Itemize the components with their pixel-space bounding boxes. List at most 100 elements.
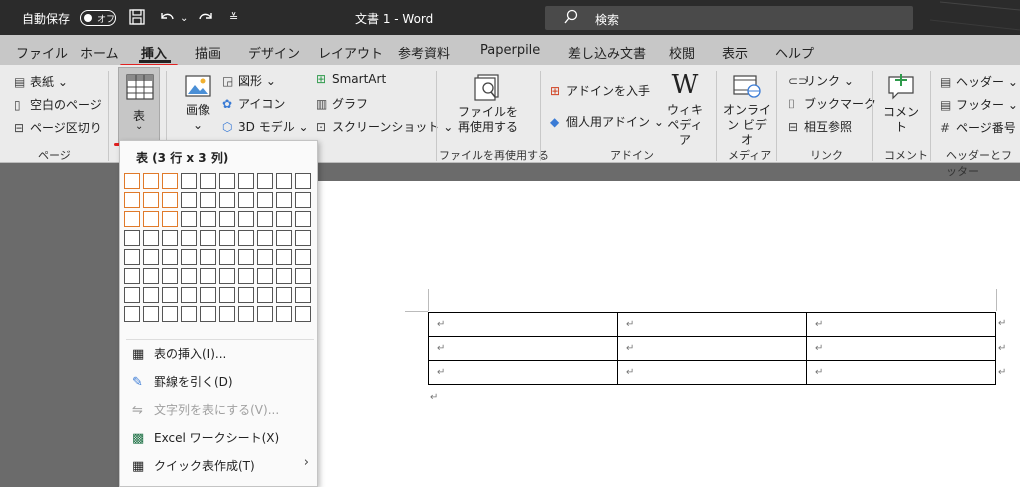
cover-page-button[interactable]: ▤ 表紙 ⌄ — [14, 73, 68, 90]
get-addins-button[interactable]: ⊞ アドインを入手 — [550, 82, 650, 99]
document-table[interactable]: ↵ ↵ ↵ ↵ ↵ ↵ ↵ ↵ ↵ — [428, 312, 996, 385]
tab-view[interactable]: 表示 — [722, 43, 748, 62]
grid-cell[interactable] — [143, 268, 159, 284]
grid-cell[interactable] — [276, 192, 292, 208]
grid-cell[interactable] — [162, 268, 178, 284]
grid-cell[interactable] — [143, 173, 159, 189]
tab-references[interactable]: 参考資料 — [398, 43, 450, 62]
undo-icon[interactable] — [158, 8, 176, 30]
grid-cell[interactable] — [162, 230, 178, 246]
grid-cell[interactable] — [181, 268, 197, 284]
grid-cell[interactable] — [295, 249, 311, 265]
table-button[interactable]: 表 ⌄ — [118, 67, 160, 143]
header-button[interactable]: ▤ ヘッダー ⌄ — [940, 73, 1018, 90]
grid-cell[interactable] — [276, 249, 292, 265]
grid-cell[interactable] — [162, 192, 178, 208]
grid-cell[interactable] — [124, 268, 140, 284]
online-video-button[interactable]: オンライ ン ビデオ — [722, 73, 772, 148]
grid-cell[interactable] — [238, 306, 254, 322]
comment-button[interactable]: コメント — [880, 73, 922, 135]
undo-dropdown-icon[interactable]: ⌄ — [180, 13, 188, 24]
save-icon[interactable] — [128, 8, 146, 30]
grid-cell[interactable] — [124, 211, 140, 227]
grid-cell[interactable] — [295, 211, 311, 227]
chart-button[interactable]: ▥ グラフ — [316, 95, 368, 112]
grid-cell[interactable] — [295, 268, 311, 284]
grid-cell[interactable] — [257, 230, 273, 246]
grid-cell[interactable] — [162, 249, 178, 265]
table-cell[interactable]: ↵ — [428, 336, 618, 361]
table-cell[interactable]: ↵ — [806, 312, 996, 337]
grid-cell[interactable] — [257, 173, 273, 189]
grid-cell[interactable] — [162, 211, 178, 227]
grid-cell[interactable] — [181, 211, 197, 227]
grid-cell[interactable] — [143, 287, 159, 303]
tab-help[interactable]: ヘルプ — [775, 43, 814, 62]
grid-cell[interactable] — [295, 230, 311, 246]
cross-reference-button[interactable]: ⊟ 相互参照 — [788, 118, 852, 135]
tab-draw[interactable]: 描画 — [195, 43, 221, 62]
grid-cell[interactable] — [219, 192, 235, 208]
customize-qat-icon[interactable]: ≚ — [229, 11, 238, 24]
grid-cell[interactable] — [124, 173, 140, 189]
grid-cell[interactable] — [143, 230, 159, 246]
grid-cell[interactable] — [257, 306, 273, 322]
blank-page-button[interactable]: ▯ 空白のページ — [14, 96, 102, 113]
grid-cell[interactable] — [143, 249, 159, 265]
grid-cell[interactable] — [162, 173, 178, 189]
grid-cell[interactable] — [200, 211, 216, 227]
grid-cell[interactable] — [143, 306, 159, 322]
quick-tables-menu-item[interactable]: ▦ クイック表作成(T) — [132, 457, 312, 474]
grid-cell[interactable] — [257, 249, 273, 265]
table-cell[interactable]: ↵ — [428, 312, 618, 337]
grid-cell[interactable] — [162, 287, 178, 303]
grid-cell[interactable] — [124, 287, 140, 303]
tab-home[interactable]: ホーム — [80, 43, 119, 62]
table-cell[interactable]: ↵ — [617, 360, 807, 385]
grid-cell[interactable] — [124, 230, 140, 246]
grid-cell[interactable] — [238, 287, 254, 303]
icons-button[interactable]: ✿ アイコン — [222, 95, 285, 112]
grid-cell[interactable] — [238, 230, 254, 246]
grid-cell[interactable] — [181, 192, 197, 208]
wikipedia-button[interactable]: W ウィキ ペディア — [664, 71, 706, 148]
excel-worksheet-menu-item[interactable]: ▩ Excel ワークシート(X) — [132, 429, 279, 446]
grid-cell[interactable] — [276, 173, 292, 189]
bookmark-button[interactable]: ⌷ ブックマーク — [788, 95, 876, 112]
grid-cell[interactable] — [295, 306, 311, 322]
grid-cell[interactable] — [257, 211, 273, 227]
grid-cell[interactable] — [219, 249, 235, 265]
grid-cell[interactable] — [295, 192, 311, 208]
grid-cell[interactable] — [276, 306, 292, 322]
grid-cell[interactable] — [181, 287, 197, 303]
table-cell[interactable]: ↵ — [806, 360, 996, 385]
autosave-toggle[interactable]: オフ — [80, 10, 116, 26]
shapes-button[interactable]: ◲ 図形 ⌄ — [222, 72, 276, 89]
grid-cell[interactable] — [200, 192, 216, 208]
grid-cell[interactable] — [200, 268, 216, 284]
grid-cell[interactable] — [219, 287, 235, 303]
tab-paperpile[interactable]: Paperpile — [480, 43, 540, 58]
grid-cell[interactable] — [257, 287, 273, 303]
grid-cell[interactable] — [181, 249, 197, 265]
my-addins-button[interactable]: ◆ 個人用アドイン ⌄ — [550, 113, 664, 130]
grid-cell[interactable] — [238, 211, 254, 227]
image-button[interactable]: 画像 ⌄ — [180, 73, 216, 133]
table-cell[interactable]: ↵ — [617, 312, 807, 337]
draw-table-menu-item[interactable]: ✎ 罫線を引く(D) — [132, 373, 233, 390]
grid-cell[interactable] — [143, 192, 159, 208]
grid-cell[interactable] — [181, 306, 197, 322]
link-button[interactable]: ⊂⊃リンク ⌄ — [788, 72, 854, 89]
grid-cell[interactable] — [219, 268, 235, 284]
grid-cell[interactable] — [124, 249, 140, 265]
footer-button[interactable]: ▤ フッター ⌄ — [940, 96, 1018, 113]
grid-cell[interactable] — [276, 287, 292, 303]
grid-cell[interactable] — [276, 230, 292, 246]
tab-review[interactable]: 校閲 — [669, 43, 695, 62]
grid-cell[interactable] — [238, 268, 254, 284]
grid-cell[interactable] — [219, 173, 235, 189]
grid-cell[interactable] — [257, 268, 273, 284]
3d-model-button[interactable]: ⬡ 3D モデル ⌄ — [222, 118, 309, 135]
insert-table-menu-item[interactable]: ▦ 表の挿入(I)... — [132, 345, 226, 362]
tab-design[interactable]: デザイン — [248, 43, 300, 62]
